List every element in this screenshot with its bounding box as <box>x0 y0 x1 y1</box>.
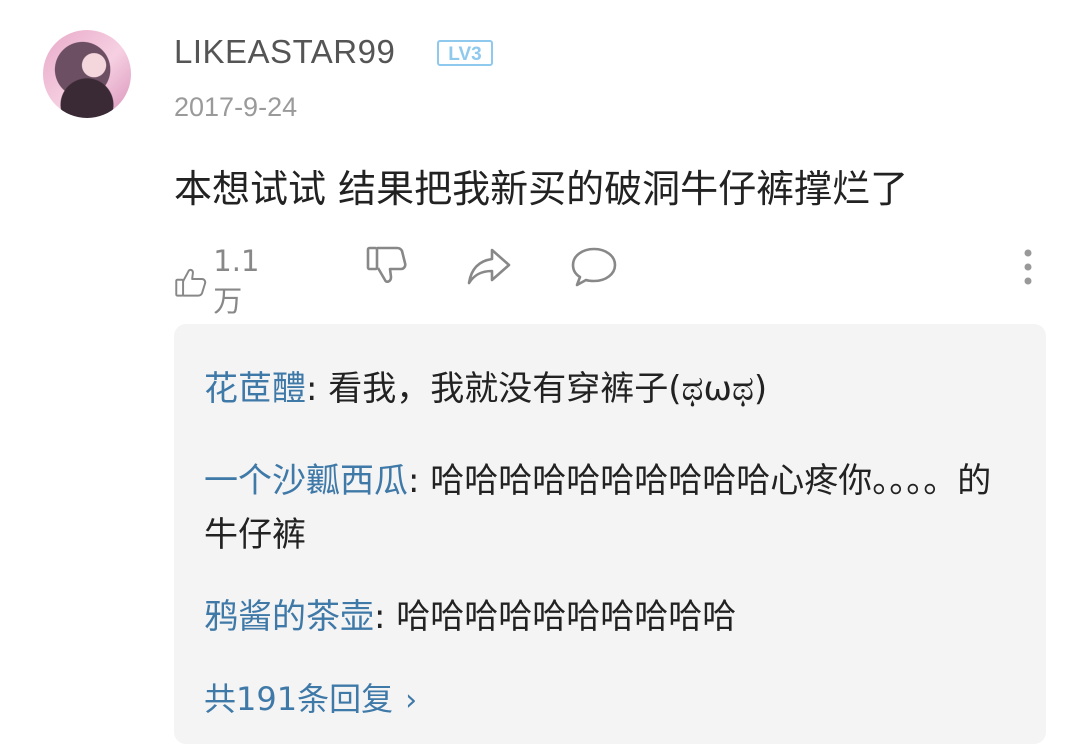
reply-author[interactable]: 鸦酱的茶壶 <box>204 597 374 637</box>
reply-item[interactable]: 一个沙瓤西瓜: 哈哈哈哈哈哈哈哈哈哈心疼你。。。。的牛仔裤 <box>204 454 1004 562</box>
reply-separator: : <box>306 369 329 409</box>
more-options-button[interactable] <box>1018 248 1038 292</box>
view-all-replies-link[interactable]: 共191条回复 › <box>204 674 417 720</box>
comment-icon <box>571 247 617 287</box>
reply-separator: : <box>374 597 397 637</box>
reply-separator: : <box>408 461 431 501</box>
more-vertical-icon <box>1024 249 1032 285</box>
username[interactable]: LIKEASTAR99 <box>174 33 395 71</box>
dislike-button[interactable] <box>364 244 408 288</box>
chevron-right-icon: › <box>405 683 418 718</box>
like-button[interactable]: 1.1万 <box>174 244 270 320</box>
reply-author[interactable]: 花茝醴 <box>204 369 306 409</box>
view-all-replies-label: 共191条回复 <box>204 680 394 718</box>
replies-panel: 花茝醴: 看我，我就没有穿裤子(ಥωಥ) 一个沙瓤西瓜: 哈哈哈哈哈哈哈哈哈哈心… <box>174 324 1046 744</box>
reply-item[interactable]: 鸦酱的茶壶: 哈哈哈哈哈哈哈哈哈哈 <box>204 590 1004 644</box>
like-count: 1.1万 <box>213 244 260 318</box>
reply-text: 看我，我就没有穿裤子(ಥωಥ) <box>328 369 768 409</box>
avatar[interactable] <box>43 30 131 118</box>
reply-item[interactable]: 花茝醴: 看我，我就没有穿裤子(ಥωಥ) <box>204 362 1004 416</box>
reply-text: 哈哈哈哈哈哈哈哈哈哈 <box>396 597 737 637</box>
level-badge: LV3 <box>437 40 493 66</box>
share-icon <box>467 248 511 285</box>
thumbs-up-icon <box>175 268 207 297</box>
comment-text: 本想试试 结果把我新买的破洞牛仔裤撑烂了 <box>174 167 909 211</box>
reply-author[interactable]: 一个沙瓤西瓜 <box>204 461 408 501</box>
comment-date: 2017-9-24 <box>174 92 298 122</box>
reply-button[interactable] <box>570 244 618 288</box>
share-button[interactable] <box>466 244 512 288</box>
thumbs-down-icon <box>366 246 407 283</box>
